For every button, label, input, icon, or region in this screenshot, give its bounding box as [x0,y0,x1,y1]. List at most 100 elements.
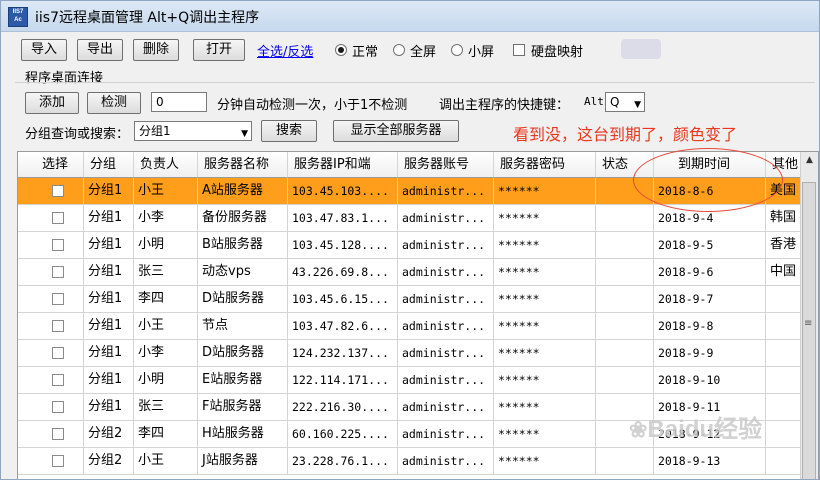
cell-account: administr... [398,448,494,475]
cell-name: A站服务器 [198,178,288,205]
table-row[interactable]: 分组1 小王 节点 103.47.82.6... administr... ****** 2… [18,313,806,340]
toolbar: 导入 导出 删除 打开 全选/反选 正常 全屏 小屏 硬盘映射 [1,33,819,63]
group-query-select[interactable]: 分组1 ▼ [134,121,252,141]
connection-group-title: 程序桌面连接 [25,71,104,86]
row-checkbox[interactable] [52,293,64,305]
disk-map-checkbox[interactable] [513,44,525,56]
cell-ip: 103.47.82.6... [288,313,398,340]
select-cell [18,340,84,367]
row-checkbox[interactable] [52,320,64,332]
column-header-owner[interactable]: 负责人 [134,152,198,178]
select-toggle-link[interactable]: 全选/反选 [257,41,313,60]
table-row[interactable]: 分组1 小明 E站服务器 122.114.171... administr... ****… [18,367,806,394]
annotation-text: 看到没，这台到期了，颜色变了 [513,125,738,144]
mode-smallscreen-radio[interactable] [451,44,463,56]
app-logo-icon: IIS7 Ac [8,7,28,27]
cell-name: J站服务器 [198,448,288,475]
mode-fullscreen-radio[interactable] [393,44,405,56]
scroll-up-icon[interactable]: ▲ [801,152,818,169]
column-header-name[interactable]: 服务器名称 [198,152,288,178]
cell-password: ****** [494,367,596,394]
table-row[interactable]: 分组1 小李 D站服务器 124.232.137... administr... ****… [18,340,806,367]
cell-status [596,259,654,286]
cell-group: 分组2 [84,448,134,475]
mode-normal-radio[interactable] [335,44,347,56]
cell-password: ****** [494,421,596,448]
cell-group: 分组1 [84,313,134,340]
title-bar: IIS7 Ac iis7远程桌面管理 Alt+Q调出主程序 [1,1,819,32]
cell-name: D站服务器 [198,286,288,313]
import-button[interactable]: 导入 [21,39,67,61]
cell-password: ****** [494,259,596,286]
row-checkbox[interactable] [52,428,64,440]
cell-status [596,340,654,367]
cell-expire: 2018-9-6 [654,259,766,286]
select-cell [18,286,84,313]
add-button[interactable]: 添加 [25,92,79,114]
cell-account: administr... [398,367,494,394]
row-checkbox[interactable] [52,374,64,386]
row-checkbox[interactable] [52,401,64,413]
group-divider [15,82,815,83]
row-checkbox[interactable] [52,347,64,359]
cell-expire: 2018-9-5 [654,232,766,259]
cell-group: 分组2 [84,421,134,448]
cell-ip: 103.45.6.15... [288,286,398,313]
cell-account: administr... [398,232,494,259]
column-header-account[interactable]: 服务器账号 [398,152,494,178]
cell-ip: 124.232.137... [288,340,398,367]
table-row[interactable]: 分组2 小王 J站服务器 23.228.76.1... administr... ****… [18,448,806,475]
vertical-scrollbar[interactable]: ▲ ≡ [800,152,818,479]
blurred-region [621,39,661,59]
cell-group: 分组1 [84,394,134,421]
row-checkbox[interactable] [52,266,64,278]
export-button[interactable]: 导出 [77,39,123,61]
cell-account: administr... [398,259,494,286]
row-checkbox[interactable] [52,455,64,467]
hotkey-select[interactable]: Q ▼ [605,92,645,112]
cell-group: 分组1 [84,178,134,205]
cell-account: administr... [398,394,494,421]
cell-account: administr... [398,178,494,205]
cell-account: administr... [398,205,494,232]
column-header-select[interactable]: 选择 [18,152,84,178]
row-checkbox[interactable] [52,185,64,197]
table-row[interactable]: 分组1 张三 动态vps 43.226.69.8... administr... ****… [18,259,806,286]
cell-ip: 60.160.225.... [288,421,398,448]
cell-owner: 李四 [134,421,198,448]
table-row[interactable]: 分组1 小明 B站服务器 103.45.128.... administr... ****… [18,232,806,259]
column-header-ip[interactable]: 服务器IP和端 [288,152,398,178]
column-header-group[interactable]: 分组 [84,152,134,178]
search-button[interactable]: 搜索 [261,120,317,142]
cell-password: ****** [494,286,596,313]
cell-account: administr... [398,340,494,367]
cell-account: administr... [398,286,494,313]
cell-expire: 2018-9-7 [654,286,766,313]
select-cell [18,394,84,421]
cell-owner: 张三 [134,394,198,421]
cell-owner: 小王 [134,448,198,475]
column-header-password[interactable]: 服务器密码 [494,152,596,178]
select-cell [18,178,84,205]
interval-description: 分钟自动检测一次，小于1不检测 [217,98,408,113]
row-checkbox[interactable] [52,239,64,251]
interval-input[interactable]: 0 [151,92,207,112]
cell-expire: 2018-9-9 [654,340,766,367]
window-title: iis7远程桌面管理 Alt+Q调出主程序 [35,10,260,26]
table-row[interactable]: 分组1 李四 D站服务器 103.45.6.15... administr... ****… [18,286,806,313]
cell-account: administr... [398,421,494,448]
chevron-down-icon: ▼ [241,129,248,139]
show-all-servers-button[interactable]: 显示全部服务器 [333,120,459,142]
hotkey-prefix: Alt [584,95,604,108]
delete-button[interactable]: 删除 [133,39,179,61]
cell-password: ****** [494,232,596,259]
scrollbar-thumb[interactable] [802,182,816,479]
cell-owner: 小李 [134,205,198,232]
open-button[interactable]: 打开 [193,39,245,61]
cell-status [596,232,654,259]
cell-owner: 小明 [134,367,198,394]
cell-name: D站服务器 [198,340,288,367]
check-button[interactable]: 检测 [87,92,141,114]
select-cell [18,421,84,448]
row-checkbox[interactable] [52,212,64,224]
